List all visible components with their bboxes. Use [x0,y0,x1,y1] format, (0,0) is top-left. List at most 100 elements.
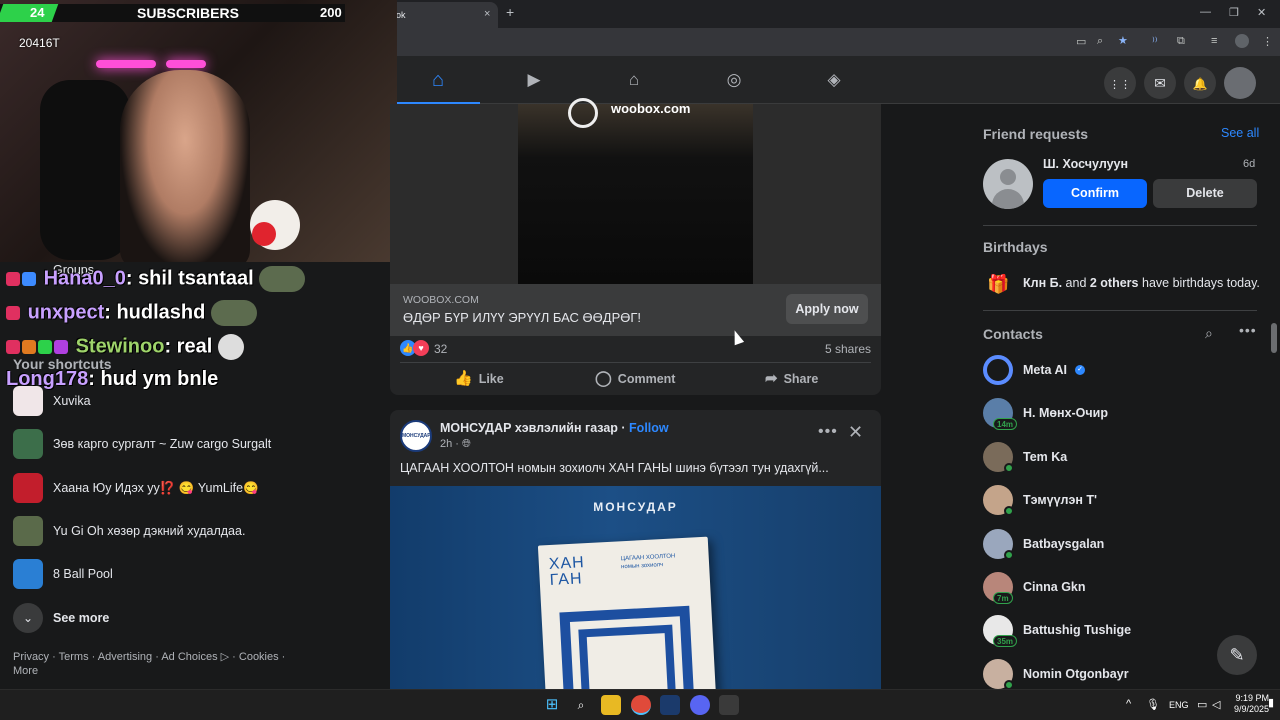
see-more-link[interactable]: See more [53,611,109,625]
messenger-button[interactable]: ✉ [1144,67,1176,99]
page-avatar[interactable]: МОНСУДАР [400,420,432,452]
avatar-body [992,189,1024,209]
ad-video [518,104,753,284]
contact-item[interactable]: Н. Мөнх-Очир 14m [983,398,1263,431]
new-tab-button[interactable]: + [506,4,514,20]
share-button[interactable]: ➦ Share [765,368,818,390]
shortcut-thumbnail [13,559,43,589]
share-count[interactable]: 5 shares [825,342,871,356]
chat-text: shil tsantaal [138,267,254,290]
more-options-icon[interactable]: ••• [818,423,838,441]
tab-close-icon[interactable]: × [484,8,490,20]
file-explorer-icon[interactable] [601,695,621,715]
contact-item[interactable]: Meta AI ✓ [983,355,1263,387]
comment-icon: ◯ [595,370,612,387]
marketplace-icon: ⌂ [628,70,640,89]
tray-overflow-icon[interactable]: ^ [1126,698,1131,710]
nav-tab-video[interactable]: ▶ [492,56,576,104]
menu-grid-button[interactable]: ⋮⋮ [1104,67,1136,99]
steam-icon[interactable] [660,695,680,715]
chat-text: real [176,335,213,358]
ad-link-strip[interactable]: WOOBOX.COM ӨДӨР БҮР ИЛҮҮ ЭРҮҮЛ БАС ӨӨДРӨ… [390,284,881,336]
shortcut-thumbnail [13,473,43,503]
search-icon[interactable]: ⌕ [571,695,591,715]
input-language[interactable]: ENG [1169,700,1189,710]
confirm-button[interactable]: Confirm [1043,179,1147,208]
reaction-count[interactable]: 32 [434,342,447,356]
window-close-button[interactable]: ✕ [1257,6,1266,19]
browser-menu-icon[interactable]: ⋮ [1262,35,1273,48]
globe-icon: 🌐︎ [462,438,471,450]
badge-icon [6,272,20,286]
avatar-head [1000,169,1016,185]
post-time[interactable]: 2h [440,438,452,450]
network-icon[interactable]: ▭ [1197,698,1207,711]
stream-code: 20416T [19,36,60,50]
footer-links[interactable]: Privacy · Terms · Advertising · Ad Choic… [13,650,293,678]
microphone-icon[interactable]: 🎙︎ [1146,698,1160,711]
delete-button[interactable]: Delete [1153,179,1257,208]
notification-icon[interactable]: ▮ [1268,696,1274,709]
reading-list-icon[interactable]: ≡ [1211,35,1217,47]
search-icon[interactable]: ⌕ [1205,325,1213,342]
cast-icon[interactable]: ▭ [1076,35,1086,48]
see-all-link[interactable]: See all [1221,126,1259,140]
last-active-badge: 7m [993,592,1013,604]
comment-button[interactable]: ◯ Comment [595,368,675,390]
app-icon[interactable] [719,695,739,715]
online-status-dot [1004,462,1014,473]
contact-item[interactable]: Batbaysgalan [983,528,1263,561]
chrome-icon[interactable] [631,695,651,715]
apply-now-button[interactable]: Apply now [786,294,868,324]
nav-tab-marketplace[interactable]: ⌂ [592,56,676,104]
friend-request-avatar[interactable] [983,159,1033,209]
verified-badge-icon: ✓ [1075,365,1085,375]
windows-start-icon[interactable]: ⊞ [542,695,562,715]
contact-name: Nomin Otgonbayr [1023,666,1129,681]
chevron-down-icon[interactable]: ⌄ [13,603,43,633]
window-minimize-button[interactable]: — [1200,6,1211,18]
shortcut-thumbnail [13,516,43,546]
emote-icon [217,334,244,360]
scrollbar[interactable] [1271,323,1277,353]
notifications-button[interactable]: 🔔 [1184,67,1216,99]
badge-icon [38,340,52,354]
more-options-icon[interactable]: ••• [1239,322,1257,338]
book-title: ХАН ГАН [548,554,586,590]
volume-icon[interactable]: ◁ [1212,698,1220,711]
ad-media[interactable]: woobox.com [390,98,881,284]
window-maximize-button[interactable]: ❐ [1229,6,1239,19]
contact-item[interactable]: Tem Ka [983,441,1263,474]
extensions-puzzle-icon[interactable]: ⧉ [1177,35,1185,48]
extension-icon[interactable]: ⁾⁾ [1152,35,1157,48]
birthday-others: 2 others [1089,276,1139,290]
nav-tab-groups[interactable]: ◎ [692,56,776,104]
tray-clock[interactable]: 9:19 PM 9/9/2025 [1234,693,1269,715]
birthday-text[interactable]: Клн Б. and 2 others have birthdays today… [1023,276,1260,290]
contact-item[interactable]: Тэмүүлэн Т' [983,485,1263,517]
subscriber-label: SUBSCRIBERS [137,5,239,21]
page-name-link[interactable]: МОНСУДАР хэвлэлийн газар [440,421,618,435]
account-avatar-button[interactable] [1224,67,1256,99]
messenger-icon: ✉ [1154,75,1166,91]
nav-tab-home[interactable]: ⌂ [396,56,480,105]
bookmark-star-icon[interactable]: ★ [1118,34,1128,47]
neon-light [166,60,206,68]
follow-link[interactable]: Follow [629,421,669,435]
nav-tab-gaming[interactable]: ◈ [792,56,876,104]
discord-icon[interactable] [690,695,710,715]
subscriber-goal: 200 [320,5,342,20]
contact-item[interactable]: Cinna Gkn 7m [983,572,1263,604]
friend-request-name[interactable]: Ш. Хосчулуун [1043,157,1128,171]
chat-text: hud ym bnle [100,368,219,390]
contact-avatar [983,355,1013,385]
zoom-icon[interactable]: ⌕ [1097,35,1103,48]
like-button[interactable]: 👍 Like [454,368,504,390]
friend-requests-heading: Friend requests [983,126,1089,142]
home-icon: ⌂ [431,69,445,91]
badge-icon [54,340,68,354]
profile-avatar-icon[interactable] [1235,34,1249,48]
emote-icon [259,266,306,292]
close-icon[interactable]: ✕ [848,422,863,443]
new-message-button[interactable]: ✎ [1217,635,1257,675]
